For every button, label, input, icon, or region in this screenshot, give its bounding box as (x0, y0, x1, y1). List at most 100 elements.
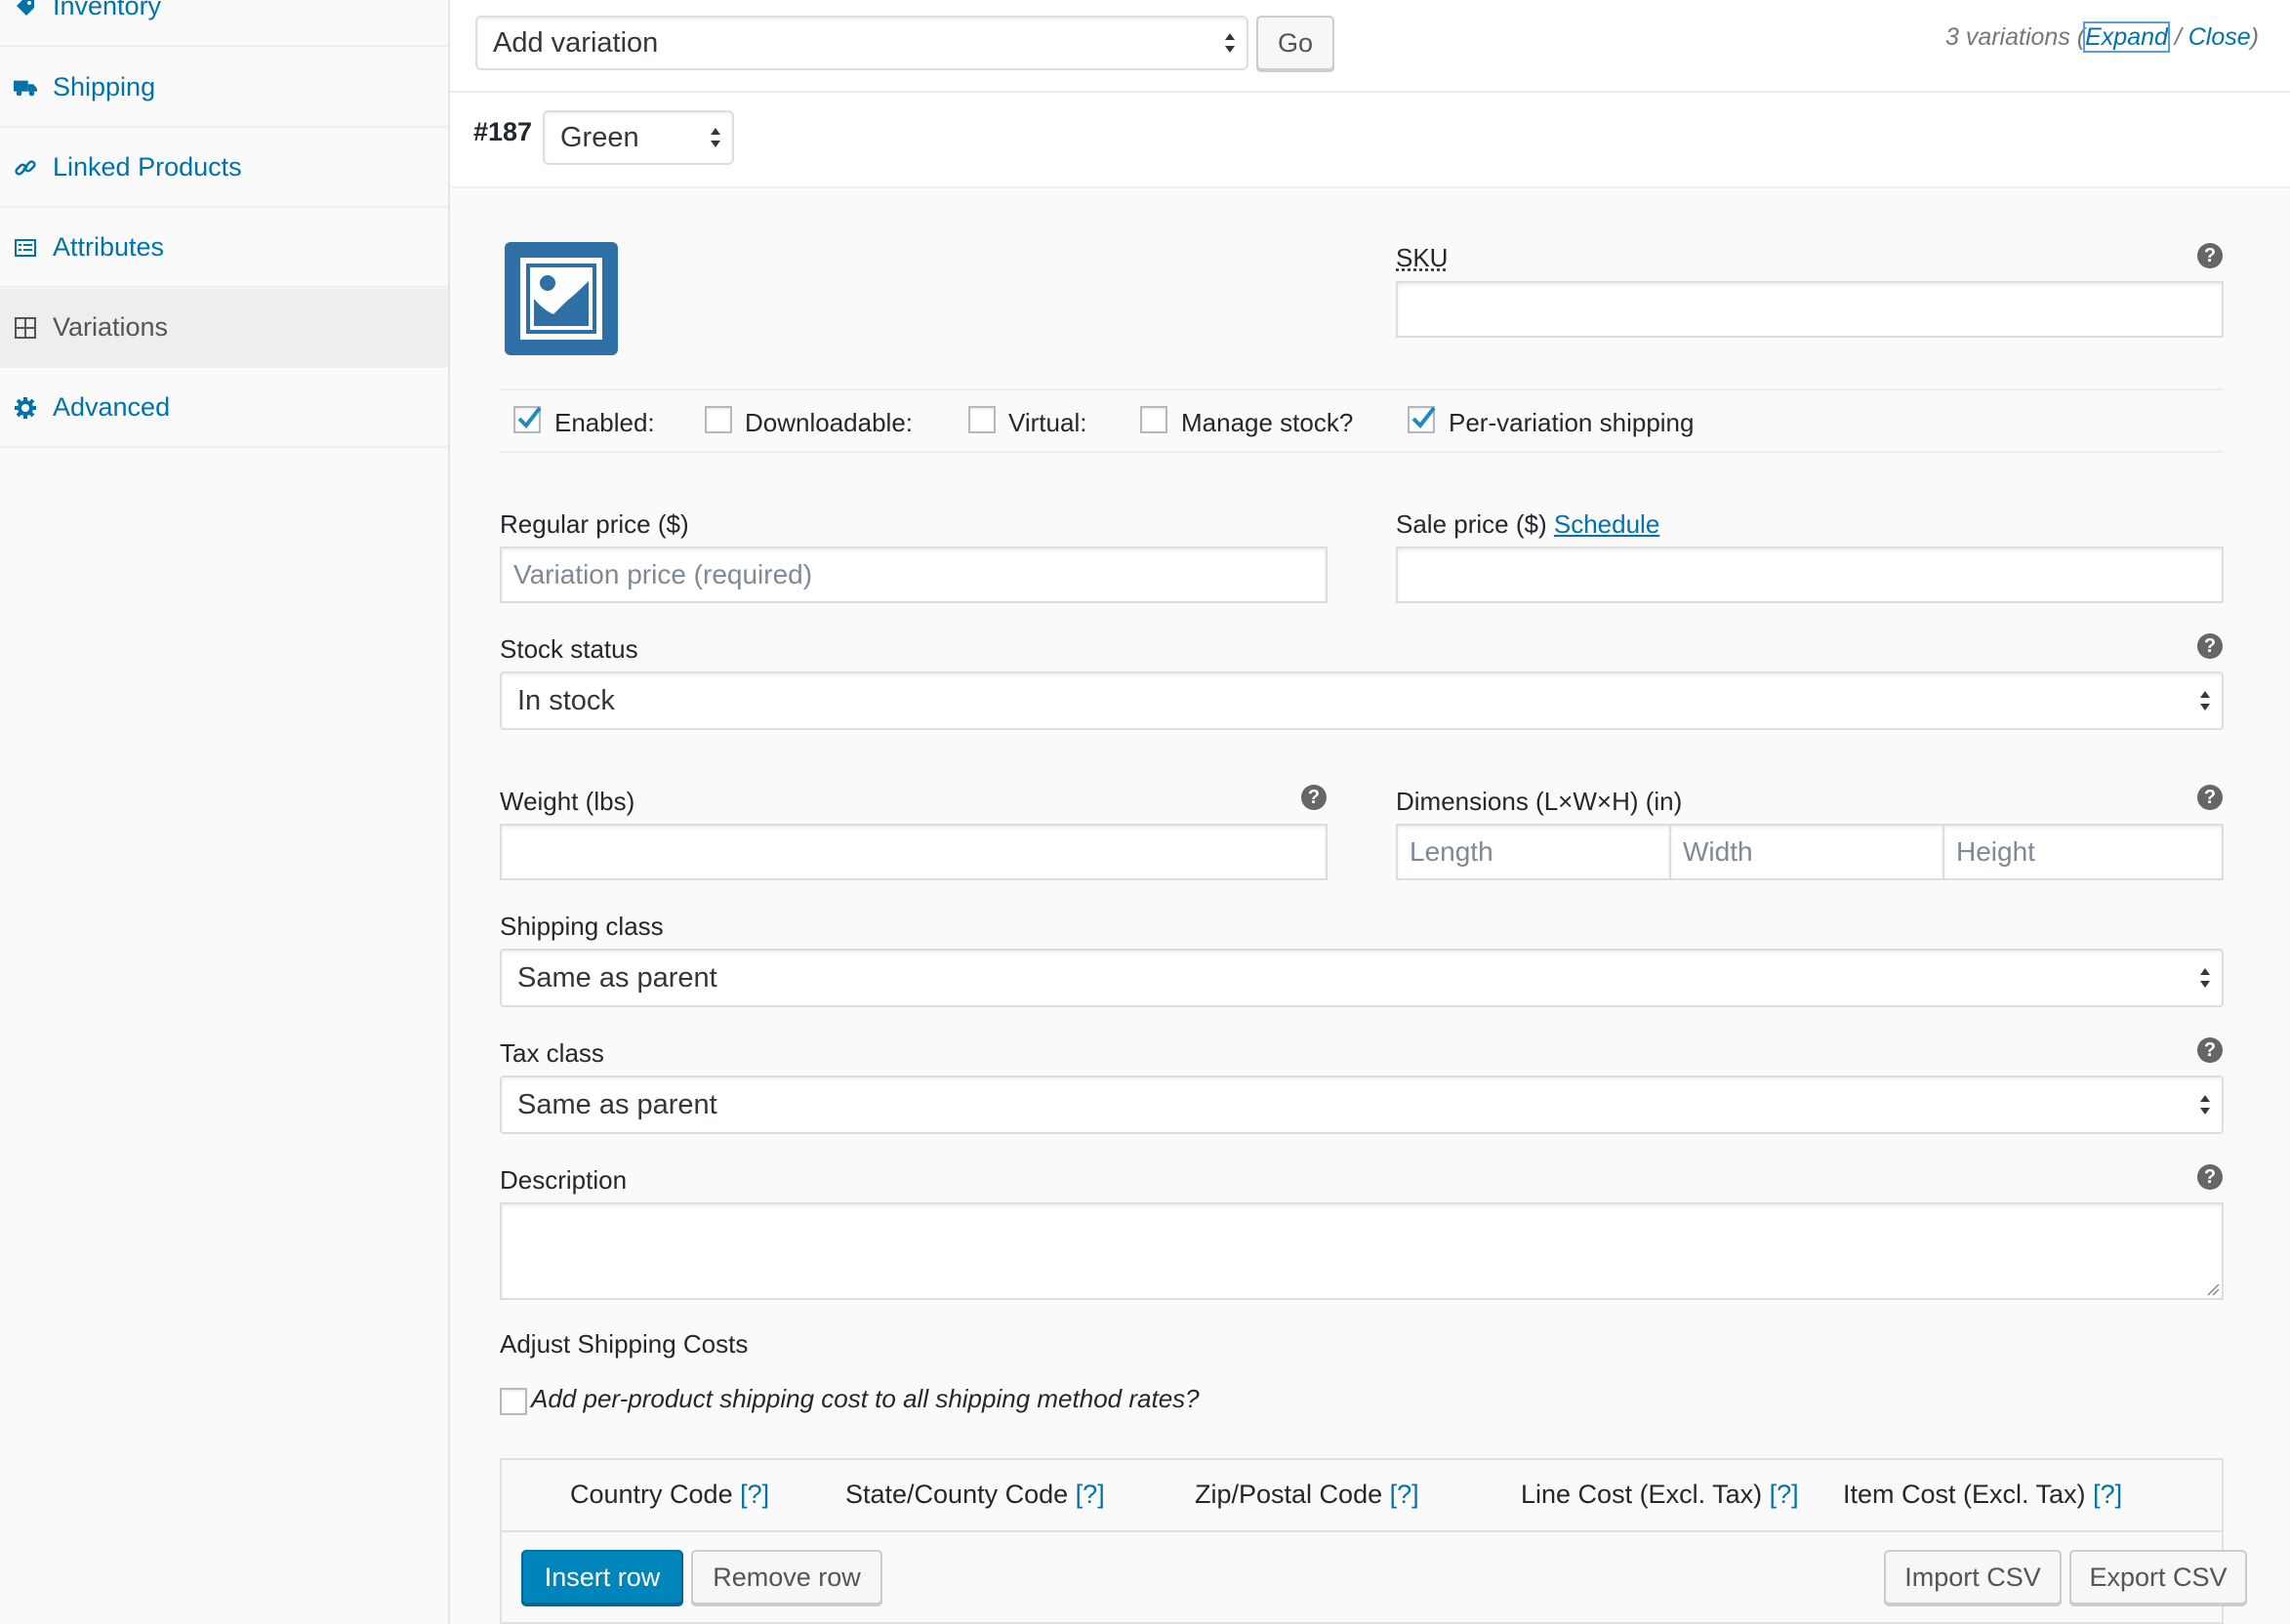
sidebar-item-label: Advanced (53, 392, 171, 422)
select-arrows-icon (2200, 691, 2210, 710)
shipping-class-label: Shipping class (500, 912, 664, 941)
enabled-label: Enabled: (554, 408, 655, 437)
stock-status-value: In stock (517, 684, 615, 716)
height-input[interactable]: Height (1942, 824, 2224, 880)
downloadable-checkbox[interactable] (705, 406, 732, 433)
dimensions-label: Dimensions (L×W×H) (in) (1396, 787, 1683, 816)
column-help-link[interactable]: [?] (1076, 1480, 1105, 1509)
column-help-link[interactable]: [?] (740, 1480, 769, 1509)
import-csv-button[interactable]: Import CSV (1884, 1550, 2062, 1604)
tax-class-value: Same as parent (517, 1088, 717, 1120)
sidebar-item-label: Linked Products (53, 152, 242, 182)
variation-attribute-select[interactable]: Green (543, 110, 734, 165)
expand-link[interactable]: Expand (2083, 21, 2170, 53)
resize-handle-icon[interactable] (2206, 1282, 2220, 1296)
tax-class-help-icon[interactable]: ? (2197, 1037, 2223, 1063)
per-product-shipping-label: Add per-product shipping cost to all shi… (531, 1384, 1200, 1413)
variation-action-select[interactable]: Add variation (475, 16, 1248, 70)
divider (500, 451, 2224, 453)
stock-status-help-icon[interactable]: ? (2197, 633, 2223, 659)
sidebar-item-label: Shipping (53, 72, 156, 102)
select-arrows-icon (1225, 33, 1235, 53)
description-help-icon[interactable]: ? (2197, 1164, 2223, 1190)
column-label: State/County Code (845, 1480, 1069, 1509)
sidebar-item-linked-products[interactable]: Linked Products (0, 129, 448, 208)
select-arrows-icon (2200, 1095, 2210, 1115)
weight-help-icon[interactable]: ? (1301, 785, 1327, 810)
per-variation-shipping-label: Per-variation shipping (1449, 408, 1695, 437)
truck-icon (14, 76, 37, 100)
checkmark-icon (1411, 406, 1436, 429)
schedule-link[interactable]: Schedule (1554, 509, 1659, 539)
shipping-class-select[interactable]: Same as parent (500, 949, 2224, 1007)
manage-stock-checkbox[interactable] (1140, 406, 1167, 433)
product-data-tabs: Inventory Shipping Linked Products Attri… (0, 0, 450, 1624)
column-zip-postal-code: Zip/Postal Code [?] (1195, 1480, 1419, 1510)
column-help-link[interactable]: [?] (2093, 1480, 2122, 1509)
width-input[interactable]: Width (1669, 824, 1944, 880)
variation-action-value: Add variation (493, 26, 659, 59)
sale-price-label: Sale price ($) Schedule (1396, 509, 1659, 540)
weight-label: Weight (lbs) (500, 787, 635, 816)
dimensions-help-icon[interactable]: ? (2197, 785, 2223, 810)
description-label: Description (500, 1165, 628, 1195)
variations-panel: Add variation Go 3 variations (Expand / … (450, 0, 2290, 1624)
variations-count: 3 variations (1944, 23, 2070, 51)
column-item-cost: Item Cost (Excl. Tax) [?] (1843, 1480, 2122, 1510)
variations-summary: 3 variations (Expand / Close) (1944, 21, 2259, 53)
column-help-link[interactable]: [?] (1770, 1480, 1799, 1509)
sidebar-item-attributes[interactable]: Attributes (0, 209, 448, 288)
variation-image-upload[interactable] (505, 242, 618, 355)
separator: / (2167, 23, 2188, 51)
regular-price-label: Regular price ($) (500, 509, 689, 539)
export-csv-button[interactable]: Export CSV (2069, 1550, 2247, 1604)
image-placeholder-icon (520, 258, 602, 340)
shipping-class-value: Same as parent (517, 961, 717, 994)
list-icon (14, 236, 37, 260)
checkmark-icon (517, 406, 542, 429)
enabled-checkbox[interactable] (513, 406, 542, 433)
column-line-cost: Line Cost (Excl. Tax) [?] (1521, 1480, 1799, 1510)
sidebar-item-label: Attributes (53, 232, 165, 262)
insert-row-button[interactable]: Insert row (521, 1550, 683, 1604)
variation-header[interactable]: #187 Green (450, 93, 2290, 188)
tax-class-select[interactable]: Same as parent (500, 1076, 2224, 1134)
sale-price-input[interactable] (1396, 547, 2224, 603)
sku-help-icon[interactable]: ? (2197, 243, 2223, 268)
column-help-link[interactable]: [?] (1390, 1480, 1419, 1509)
per-product-shipping-checkbox[interactable] (500, 1388, 527, 1415)
sidebar-item-label: Variations (53, 312, 169, 342)
per-variation-shipping-checkbox[interactable] (1408, 406, 1436, 433)
regular-price-input[interactable]: Variation price (required) (500, 547, 1328, 603)
column-label: Item Cost (Excl. Tax) (1843, 1480, 2086, 1509)
sku-input[interactable] (1396, 281, 2224, 338)
tag-icon (14, 0, 37, 19)
remove-row-button[interactable]: Remove row (691, 1550, 882, 1604)
link-icon (14, 156, 37, 180)
sidebar-item-variations[interactable]: Variations (0, 289, 448, 368)
close-link[interactable]: Close (2188, 23, 2251, 51)
virtual-checkbox[interactable] (968, 406, 996, 433)
divider (500, 388, 2224, 390)
paren-open: ( (2076, 23, 2086, 51)
sidebar-item-advanced[interactable]: Advanced (0, 369, 448, 448)
gear-icon (14, 396, 37, 420)
column-label: Zip/Postal Code (1195, 1480, 1383, 1509)
adjust-shipping-heading: Adjust Shipping Costs (500, 1329, 749, 1359)
sidebar-item-inventory[interactable]: Inventory (0, 0, 448, 47)
grid-icon (14, 316, 37, 340)
weight-input[interactable] (500, 824, 1328, 880)
description-textarea[interactable] (500, 1202, 2224, 1300)
length-input[interactable]: Length (1396, 824, 1671, 880)
select-arrows-icon (2200, 968, 2210, 988)
sidebar-item-shipping[interactable]: Shipping (0, 49, 448, 128)
variation-id: #187 (473, 117, 533, 146)
column-country-code: Country Code [?] (570, 1480, 769, 1510)
variation-attribute-value: Green (560, 121, 639, 153)
manage-stock-label: Manage stock? (1181, 408, 1354, 437)
sidebar-item-label: Inventory (53, 0, 162, 20)
divider (502, 1530, 2222, 1532)
go-button[interactable]: Go (1256, 16, 1334, 70)
stock-status-label: Stock status (500, 634, 638, 664)
stock-status-select[interactable]: In stock (500, 671, 2224, 730)
